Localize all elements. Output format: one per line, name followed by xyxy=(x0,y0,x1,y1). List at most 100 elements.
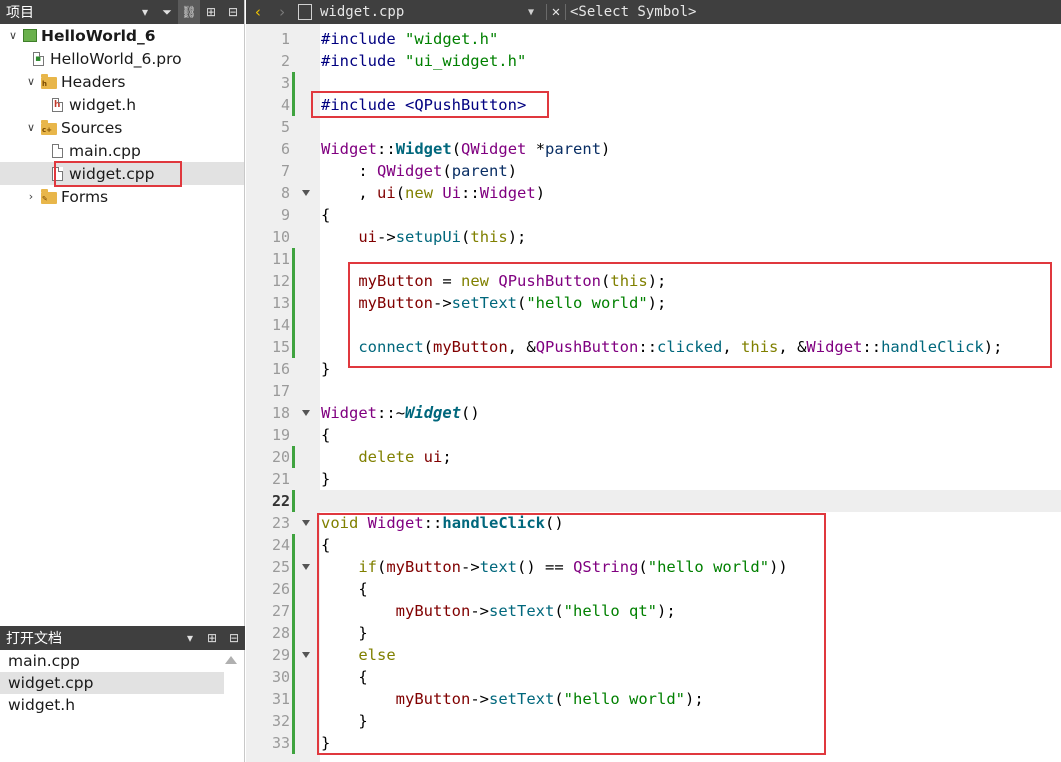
tree-item-widget-h[interactable]: h widget.h xyxy=(0,93,244,116)
line-number: 24 xyxy=(271,536,290,554)
modified-line-marker xyxy=(292,94,295,116)
fold-arrow-icon[interactable] xyxy=(302,190,310,196)
line-number: 33 xyxy=(271,734,290,752)
open-document-item[interactable]: widget.h xyxy=(0,694,224,716)
code-line: } xyxy=(321,360,331,378)
highlight-box xyxy=(348,262,1052,368)
highlight-box xyxy=(54,161,182,187)
tree-item-main-cpp[interactable]: main.cpp xyxy=(0,139,244,162)
file-icon xyxy=(298,4,312,20)
line-number: 25 xyxy=(271,558,290,576)
current-line-highlight xyxy=(320,490,1061,512)
line-number: 8 xyxy=(280,184,290,202)
tree-item-pro-file[interactable]: ▪ HelloWorld_6.pro xyxy=(0,47,244,70)
modified-line-marker xyxy=(292,270,295,292)
sources-folder-icon: c+ xyxy=(41,119,57,135)
modified-line-marker xyxy=(292,292,295,314)
line-number: 6 xyxy=(280,140,290,158)
line-number: 22 xyxy=(271,492,290,510)
line-number: 11 xyxy=(271,250,290,268)
fold-arrow-icon[interactable] xyxy=(302,410,310,416)
code-line: { xyxy=(321,426,331,444)
line-number: 7 xyxy=(280,162,290,180)
modified-line-marker xyxy=(292,644,295,666)
line-number: 23 xyxy=(271,514,290,532)
chevron-down-icon[interactable]: ∨ xyxy=(24,121,38,135)
modified-line-marker xyxy=(292,72,295,94)
filter-icon[interactable]: ⏷ xyxy=(156,0,178,24)
fold-arrow-icon[interactable] xyxy=(302,520,310,526)
tree-item-label: main.cpp xyxy=(69,141,141,160)
modified-line-marker xyxy=(292,336,295,358)
pro-file-icon: ▪ xyxy=(33,51,44,66)
tree-item-project[interactable]: ∨ HelloWorld_6 xyxy=(0,24,244,47)
modified-line-marker xyxy=(292,688,295,710)
headers-folder-icon: h xyxy=(41,73,57,89)
fold-arrow-icon[interactable] xyxy=(302,652,310,658)
tree-item-forms[interactable]: › ✎ Forms xyxy=(0,185,244,208)
chevron-right-icon[interactable]: › xyxy=(24,190,38,204)
code-line: : QWidget(parent) xyxy=(358,162,518,180)
qt-project-icon xyxy=(23,29,37,42)
modified-line-marker xyxy=(292,556,295,578)
line-number: 30 xyxy=(271,668,290,686)
chevron-down-icon[interactable]: ∨ xyxy=(6,29,20,43)
tree-item-sources[interactable]: ∨ c+ Sources xyxy=(0,116,244,139)
split-icon[interactable]: ⊞ xyxy=(201,626,223,650)
line-number: 5 xyxy=(280,118,290,136)
modified-line-marker xyxy=(292,578,295,600)
close-pane-icon[interactable]: ⊟ xyxy=(223,626,245,650)
cpp-file-icon xyxy=(52,143,63,158)
chevron-down-icon[interactable]: ▾ xyxy=(134,0,156,24)
back-arrow-icon[interactable]: ‹ xyxy=(246,3,270,21)
code-line: { xyxy=(321,206,331,224)
line-number: 16 xyxy=(271,360,290,378)
project-sidebar: 项目 ▾ ⏷ ⛓ ⊞ ⊟ ∨ HelloWorld_6 ▪ HelloWorld… xyxy=(0,0,245,762)
line-number: 3 xyxy=(280,74,290,92)
modified-line-marker xyxy=(292,622,295,644)
close-icon[interactable]: ✕ xyxy=(546,4,566,20)
modified-line-marker xyxy=(292,314,295,336)
link-icon[interactable]: ⛓ xyxy=(178,0,200,24)
fold-arrow-icon[interactable] xyxy=(302,564,310,570)
code-line: #include "widget.h" xyxy=(321,30,499,48)
code-line: Widget::Widget(QWidget *parent) xyxy=(321,140,611,158)
tree-item-label: HelloWorld_6 xyxy=(41,26,156,45)
symbol-selector[interactable]: <Select Symbol> xyxy=(566,4,696,20)
code-line: Widget::~Widget() xyxy=(321,404,480,422)
modified-line-marker xyxy=(292,490,295,512)
scroll-up-icon[interactable] xyxy=(225,656,237,664)
tree-item-headers[interactable]: ∨ h Headers xyxy=(0,70,244,93)
highlight-box xyxy=(311,91,549,118)
project-tree: ∨ HelloWorld_6 ▪ HelloWorld_6.pro ∨ h He… xyxy=(0,24,245,624)
tree-item-label: Headers xyxy=(61,72,126,91)
chevron-down-icon[interactable]: ∨ xyxy=(24,75,38,89)
tree-item-label: widget.h xyxy=(69,95,137,114)
open-document-item[interactable]: widget.cpp xyxy=(0,672,224,694)
line-number: 17 xyxy=(271,382,290,400)
line-number: 21 xyxy=(271,470,290,488)
modified-line-marker xyxy=(292,710,295,732)
tree-item-label: HelloWorld_6.pro xyxy=(50,49,182,68)
forms-folder-icon: ✎ xyxy=(41,188,57,204)
line-number: 31 xyxy=(271,690,290,708)
code-line: ui->setupUi(this); xyxy=(358,228,527,246)
highlight-box xyxy=(317,513,826,755)
line-number: 27 xyxy=(271,602,290,620)
modified-line-marker xyxy=(292,732,295,754)
modified-line-marker xyxy=(292,534,295,556)
chevron-down-icon[interactable]: ▾ xyxy=(179,626,201,650)
tree-item-label: Forms xyxy=(61,187,109,206)
editor-file-name[interactable]: widget.cpp xyxy=(320,4,528,20)
open-document-item[interactable]: main.cpp xyxy=(0,650,224,672)
line-number: 32 xyxy=(271,712,290,730)
line-number: 29 xyxy=(271,646,290,664)
modified-line-marker xyxy=(292,248,295,270)
code-line: , ui(new Ui::Widget) xyxy=(358,184,546,202)
chevron-down-icon[interactable]: ▼ xyxy=(528,7,542,18)
code-line: delete ui; xyxy=(358,448,452,466)
close-pane-icon[interactable]: ⊟ xyxy=(222,0,244,24)
modified-line-marker xyxy=(292,600,295,622)
forward-arrow-icon[interactable]: › xyxy=(270,3,294,21)
split-icon[interactable]: ⊞ xyxy=(200,0,222,24)
